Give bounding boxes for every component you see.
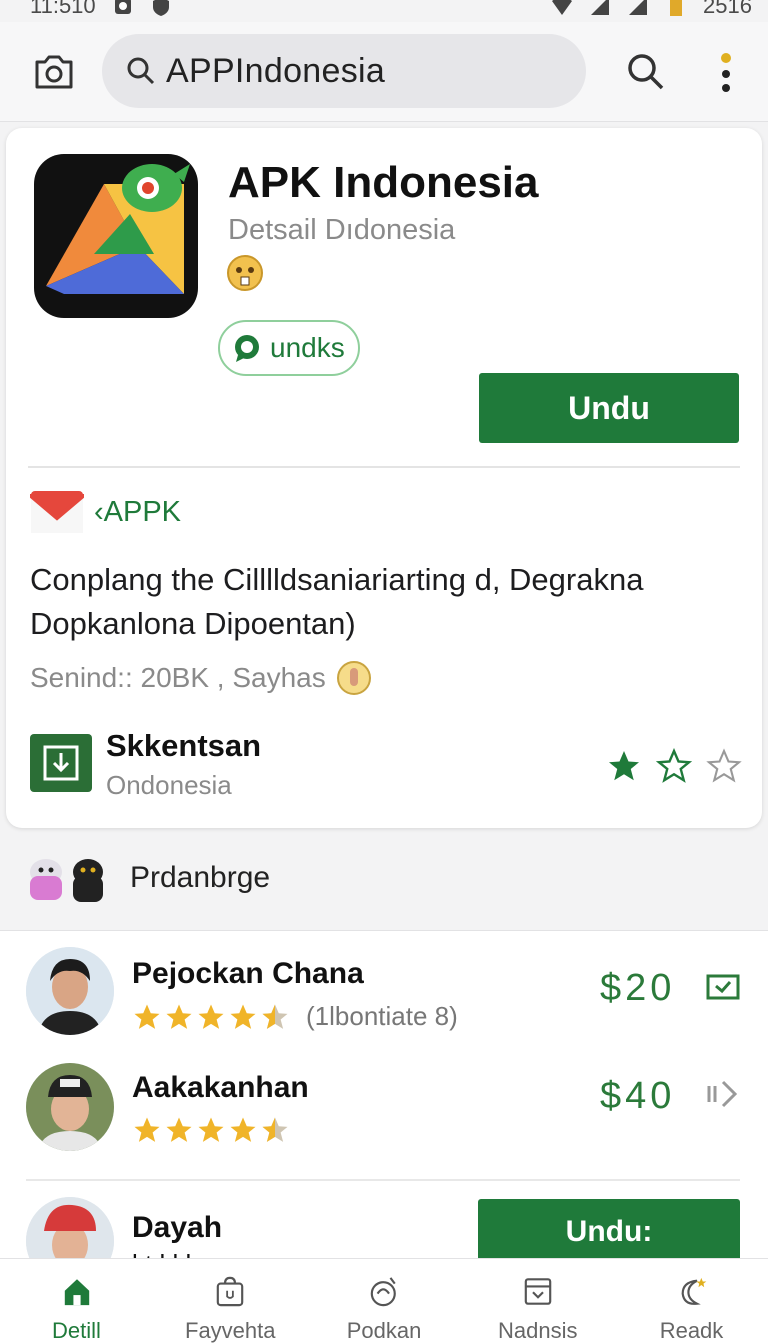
section-header: Prdanbrge (24, 850, 270, 906)
star-filled-icon (166, 1117, 192, 1142)
nav-item-favorites[interactable]: Fayvehta (154, 1259, 307, 1344)
search-icon (628, 54, 664, 90)
nav-label: Detill (52, 1318, 101, 1343)
star-filled-icon (230, 1004, 256, 1029)
list-item-name: Pejockan Chana (132, 957, 364, 990)
developer-icon (30, 734, 92, 792)
search-bar[interactable]: APPIndonesia (102, 34, 586, 108)
star-half-icon (262, 1004, 288, 1029)
download-button[interactable]: Undu: (478, 1199, 740, 1265)
moon-icon (681, 1277, 706, 1305)
divider (26, 1179, 740, 1181)
rating-stars[interactable] (606, 748, 742, 784)
nav-label: Podkan (346, 1318, 422, 1343)
search-icon (124, 54, 158, 88)
wifi-icon (552, 0, 573, 15)
avatar (26, 947, 114, 1035)
more-vertical-icon (721, 53, 731, 92)
developer-name[interactable]: Skkentsan (106, 728, 261, 764)
nav-label: Readk (659, 1318, 724, 1343)
shield-icon (152, 0, 169, 16)
mail-icon (30, 491, 84, 533)
list-item-count: (1lbontiate 8) (306, 1001, 458, 1031)
list-item-rating (132, 1115, 290, 1145)
star-filled-icon (134, 1004, 160, 1029)
face-emoji-icon (227, 255, 263, 291)
star-outline-icon[interactable] (656, 748, 692, 784)
camera-icon (35, 55, 73, 89)
star-outline-icon[interactable] (706, 748, 742, 784)
android-mascots-icon (30, 859, 103, 902)
star-filled-icon[interactable] (606, 748, 642, 784)
downloads-chip[interactable]: undks (218, 320, 360, 376)
nav-item-podkan[interactable]: Podkan (308, 1259, 461, 1344)
chevron-button[interactable] (704, 1075, 742, 1113)
inbox-icon (524, 1278, 552, 1305)
search-button[interactable] (622, 46, 670, 98)
app-subtitle: Detsail Dıdonesia (228, 214, 456, 246)
status-bar: 11:510 2516 (0, 0, 768, 22)
nav-item-readk[interactable]: Readk (615, 1259, 768, 1344)
chat-bubble-icon (235, 335, 259, 362)
list-item-price: $40 (600, 1075, 676, 1117)
signal-icon (591, 0, 610, 15)
nav-label: Nadnsis (498, 1318, 578, 1343)
status-time: 11:510 (30, 0, 96, 18)
status-battery: 2516 (703, 0, 752, 18)
camera-button[interactable] (30, 48, 78, 96)
home-icon (64, 1279, 89, 1306)
nav-label: Fayvehta (185, 1318, 276, 1343)
gamepad-icon (370, 1277, 396, 1307)
chip-label: undks (270, 332, 345, 363)
app-meta: Senind:: 20BK , Sayhas (30, 660, 372, 696)
battery-icon (670, 0, 683, 16)
app-description: Conplang the Cilllldsaniariarting d, Deg… (30, 562, 644, 641)
meta-text: Senind:: 20BK , Sayhas (30, 662, 326, 693)
list-item-name: Dayah (132, 1211, 223, 1244)
divider (28, 466, 740, 468)
list-item-rating: (1lbontiate 8) (132, 1001, 458, 1032)
star-filled-icon (166, 1004, 192, 1029)
star-filled-icon (230, 1117, 256, 1142)
source-row[interactable]: ‹APPK (30, 490, 181, 534)
app-title: APK Indonesia (228, 158, 539, 207)
settings-icon (114, 0, 131, 14)
hand-emoji-icon (336, 661, 371, 695)
star-filled-icon (198, 1117, 224, 1142)
source-label: ‹APPK (94, 495, 182, 528)
app-detail-card: APK Indonesia Detsail Dıdonesia undks Un… (6, 128, 762, 828)
list-item-price: $20 (600, 967, 676, 1009)
star-half-icon (262, 1117, 288, 1142)
chevron-right-icon (707, 1080, 738, 1108)
list-item[interactable]: Pejockan Chana (1lbontiate 8) $20 (0, 945, 768, 1055)
search-input[interactable]: APPIndonesia (166, 52, 385, 91)
list-item[interactable]: Aakakanhan $40 (0, 1061, 768, 1171)
avatar (26, 1063, 114, 1151)
cart-icon (706, 974, 740, 1000)
nav-item-nadnsis[interactable]: Nadnsis (461, 1259, 614, 1344)
list-item-name: Aakakanhan (132, 1071, 309, 1104)
section-title: Prdanbrge (130, 861, 271, 894)
install-button[interactable]: Undu (479, 373, 739, 443)
bottom-nav: Detill Fayvehta Podkan Nadnsis Readk (0, 1258, 768, 1344)
developer-country: Ondonesia (106, 770, 232, 800)
more-menu-button[interactable] (708, 46, 744, 102)
star-filled-icon (134, 1117, 160, 1142)
app-logo (34, 154, 198, 318)
cart-button[interactable] (704, 969, 742, 1007)
download-icon (43, 745, 79, 781)
star-filled-icon (198, 1004, 224, 1029)
apps-list: Pejockan Chana (1lbontiate 8) $20 Aakaka… (0, 930, 768, 1285)
nav-item-detail[interactable]: Detill (0, 1259, 153, 1344)
bag-icon (216, 1276, 244, 1307)
top-bar: APPIndonesia (0, 22, 768, 122)
signal-icon-2 (629, 0, 648, 15)
